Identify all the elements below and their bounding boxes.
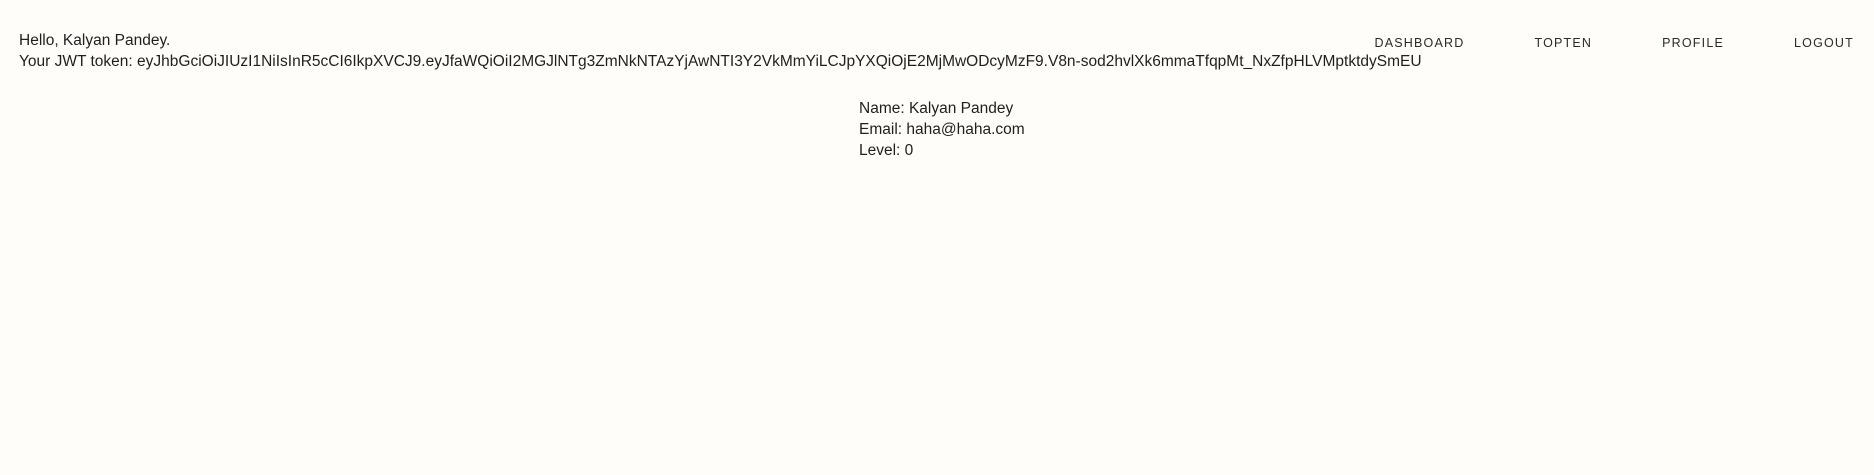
profile-info: Name: Kalyan Pandey Email: haha@haha.com…	[859, 98, 1025, 161]
greeting-text: Hello, Kalyan Pandey.	[19, 32, 171, 49]
nav-topten-link[interactable]: TOPTEN	[1534, 36, 1592, 50]
profile-level: Level: 0	[859, 142, 914, 159]
nav-profile-link[interactable]: PROFILE	[1662, 36, 1724, 50]
top-nav: DASHBOARD TOPTEN PROFILE LOGOUT	[1374, 36, 1854, 50]
profile-name: Name: Kalyan Pandey	[859, 100, 1014, 117]
greeting-block: Hello, Kalyan Pandey. Your JWT token: ey…	[19, 30, 1422, 72]
header: Hello, Kalyan Pandey. Your JWT token: ey…	[0, 0, 1874, 90]
jwt-token-label: Your JWT token:	[19, 53, 138, 70]
nav-logout-link[interactable]: LOGOUT	[1794, 36, 1854, 50]
jwt-token-value: eyJhbGciOiJIUzI1NiIsInR5cCI6IkpXVCJ9.eyJ…	[137, 53, 1422, 70]
nav-dashboard-link[interactable]: DASHBOARD	[1374, 36, 1464, 50]
profile-email: Email: haha@haha.com	[859, 121, 1025, 138]
jwt-token-line: Your JWT token: eyJhbGciOiJIUzI1NiIsInR5…	[19, 51, 1422, 72]
